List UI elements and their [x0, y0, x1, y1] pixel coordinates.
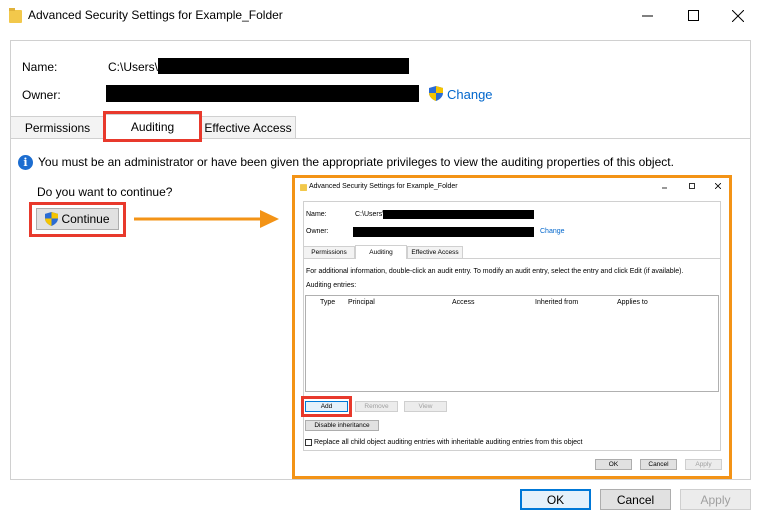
- owner-label: Owner:: [22, 88, 61, 102]
- tab-permissions[interactable]: Permissions: [10, 116, 105, 138]
- uac-shield-icon: [429, 86, 443, 101]
- ok-button[interactable]: OK: [520, 489, 591, 510]
- close-icon: [732, 9, 744, 22]
- cancel-button[interactable]: Cancel: [600, 489, 671, 510]
- arrow-right-icon: [134, 210, 279, 228]
- close-button[interactable]: [715, 0, 761, 31]
- change-owner-link[interactable]: Change: [447, 87, 493, 102]
- minimize-button[interactable]: [624, 0, 670, 31]
- maximize-icon: [687, 10, 699, 21]
- window-title: Advanced Security Settings for Example_F…: [28, 8, 283, 22]
- continue-button-highlight: [29, 202, 126, 237]
- embedded-dialog-highlight: [292, 175, 732, 479]
- redacted-path: [158, 58, 409, 74]
- info-icon: i: [18, 155, 33, 170]
- maximize-button[interactable]: [670, 0, 716, 31]
- apply-button[interactable]: Apply: [680, 489, 751, 510]
- minimize-icon: [641, 15, 653, 17]
- redacted-owner: [106, 85, 419, 102]
- info-message: You must be an administrator or have bee…: [38, 155, 674, 169]
- continue-question: Do you want to continue?: [37, 185, 173, 199]
- folder-icon: [9, 8, 22, 23]
- tab-effective-access[interactable]: Effective Access: [200, 116, 296, 138]
- auditing-tab-highlight: [103, 111, 202, 142]
- name-label: Name:: [22, 60, 58, 74]
- name-value: C:\Users\: [108, 60, 159, 74]
